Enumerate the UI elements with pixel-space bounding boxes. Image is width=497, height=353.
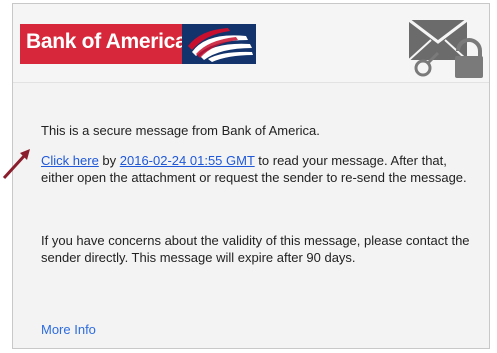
by-text: by	[98, 153, 120, 168]
click-here-link[interactable]: Click here	[41, 153, 99, 168]
logo-text: Bank of America	[26, 30, 187, 53]
warning-paragraph: If you have concerns about the validity …	[41, 233, 470, 265]
secure-mail-lock-icon	[405, 16, 485, 80]
instructions-paragraph: Click here by 2016-02-24 01:55 GMT to re…	[41, 152, 481, 186]
email-frame: Bank of America This is a secure message…	[12, 3, 490, 349]
date-link[interactable]: 2016-02-24 01:55 GMT	[120, 153, 255, 168]
intro-line: This is a secure message from Bank of Am…	[41, 123, 320, 138]
annotation-arrow-icon	[0, 146, 34, 182]
bank-logo: Bank of America	[20, 24, 256, 64]
email-header: Bank of America	[13, 4, 489, 83]
more-info-link[interactable]: More Info	[41, 321, 96, 338]
bank-flag-icon	[182, 24, 256, 64]
